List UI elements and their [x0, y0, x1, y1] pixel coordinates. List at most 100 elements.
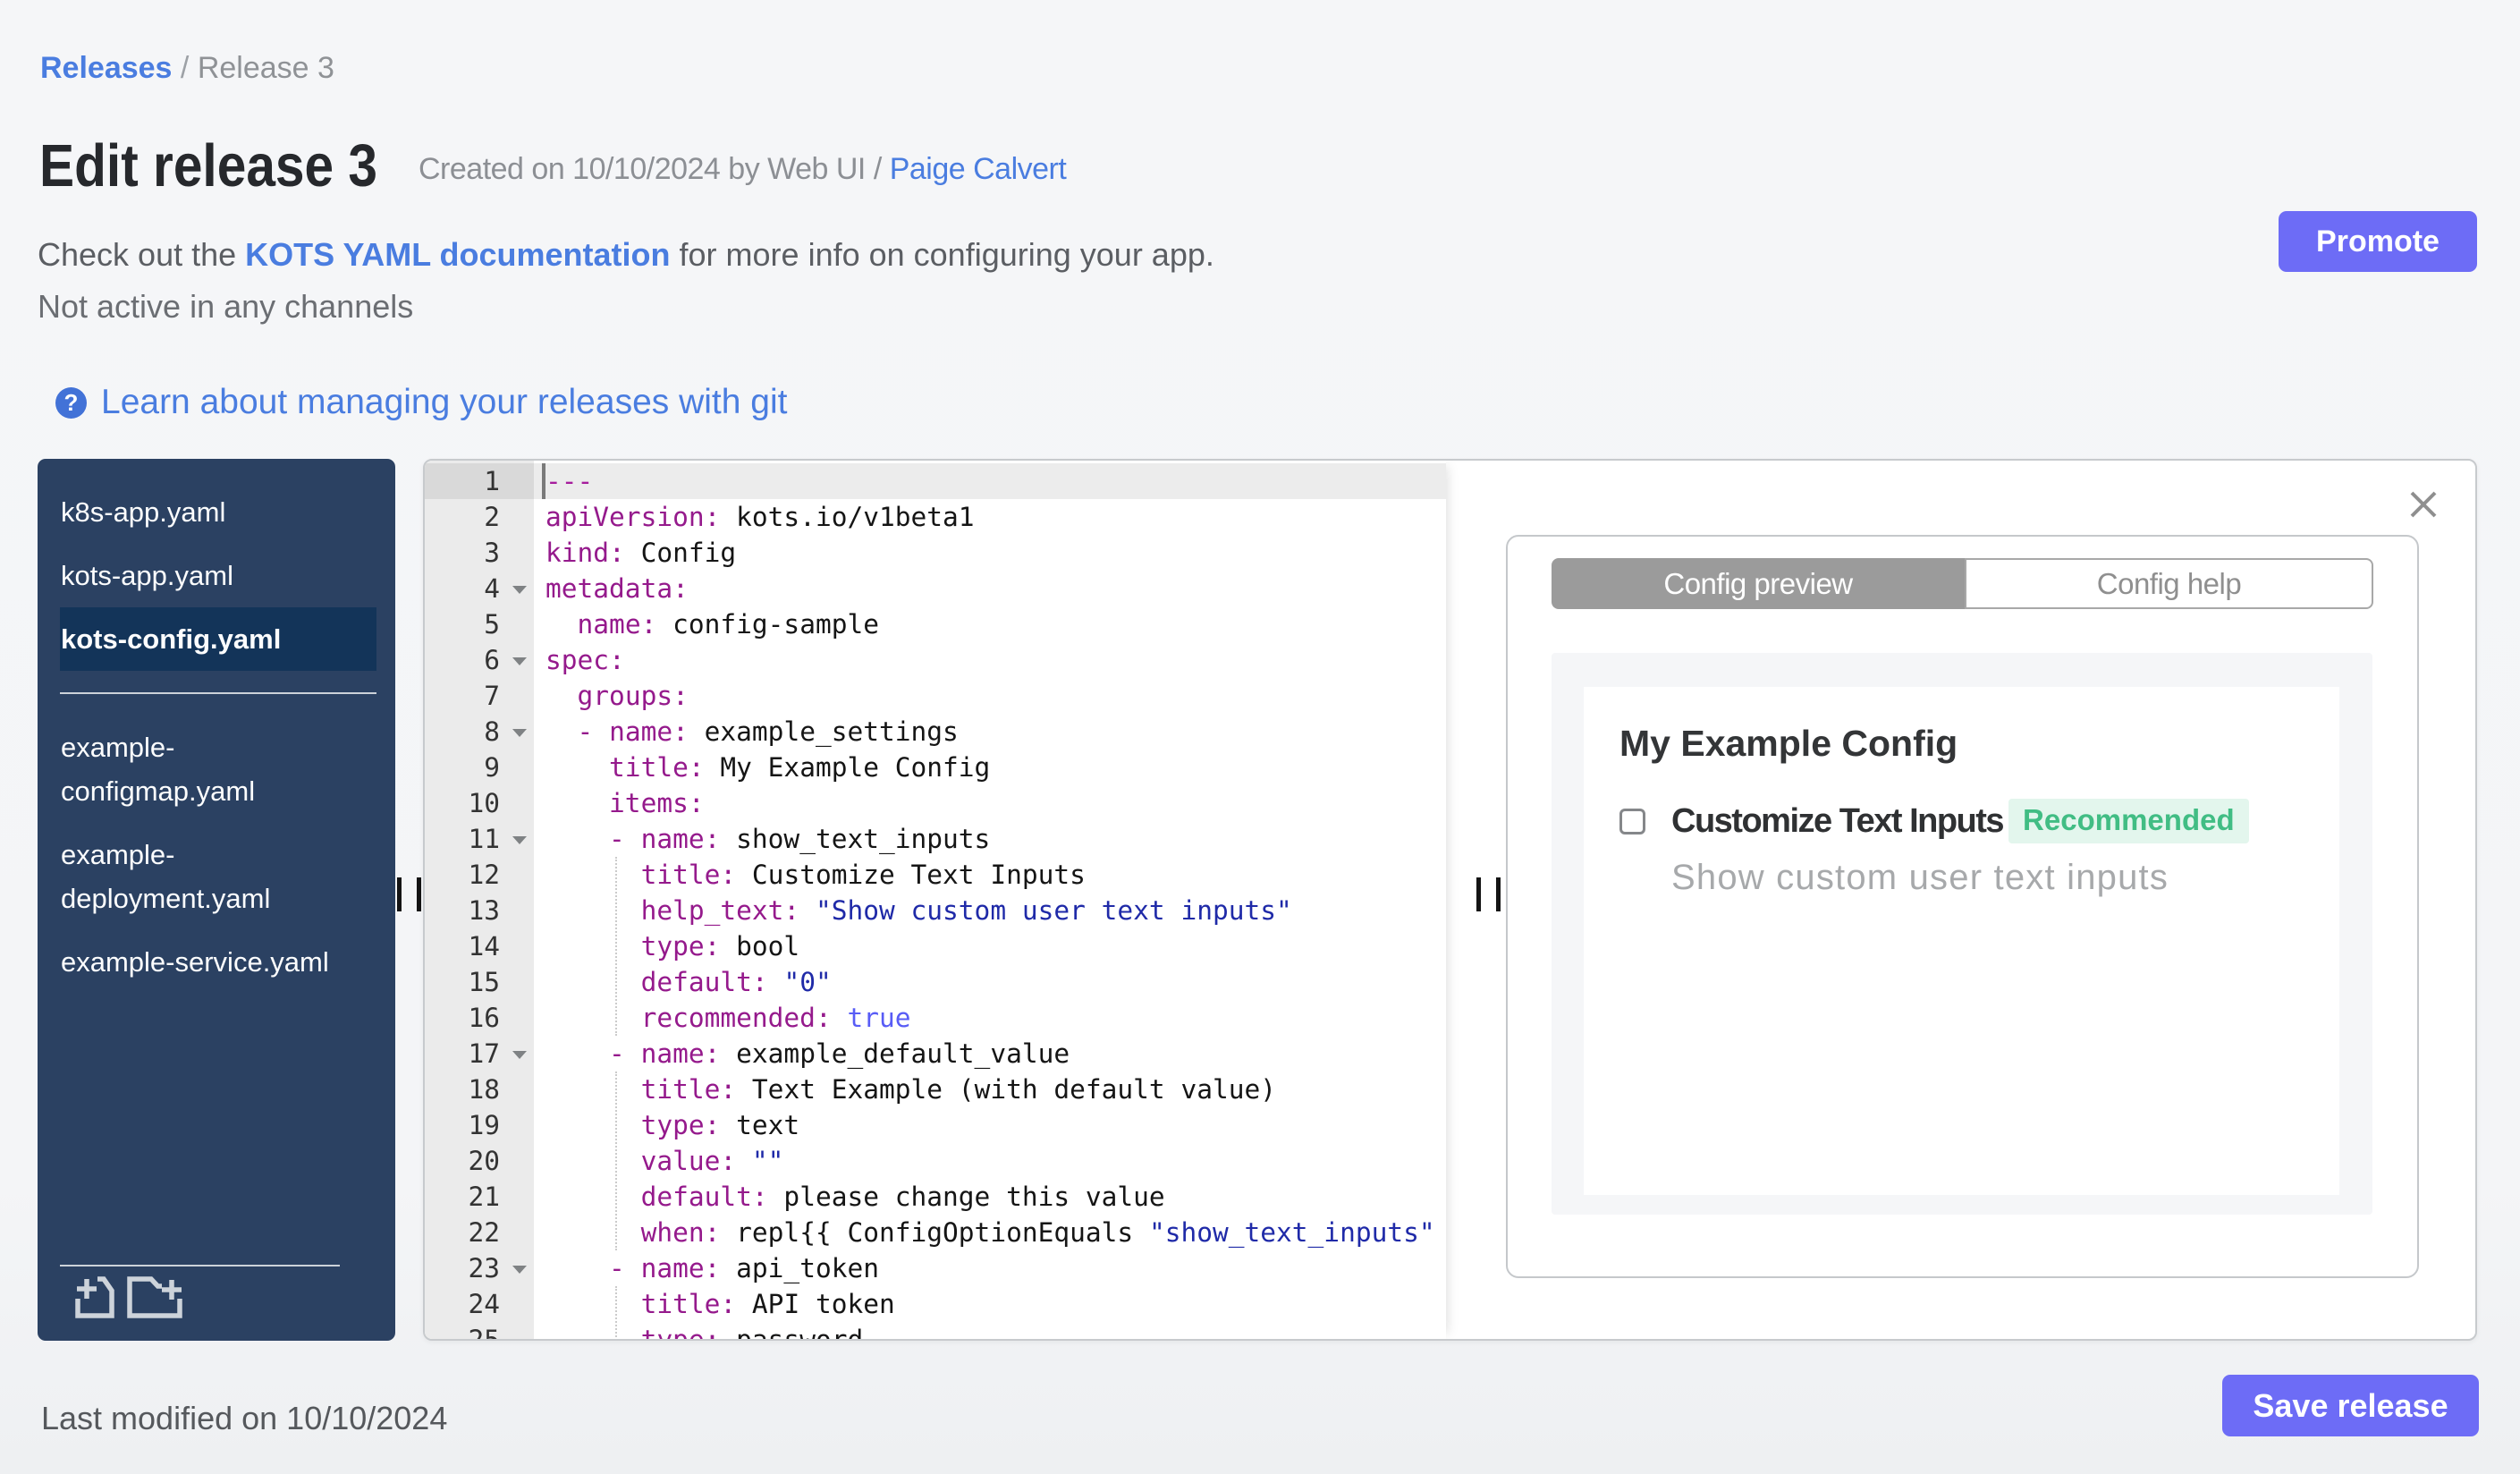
breadcrumb-releases-link[interactable]: Releases	[40, 51, 172, 85]
doc-text-before: Check out the	[38, 236, 246, 273]
gutter-line-9: 9	[484, 752, 500, 783]
file-name: kots-config.yaml	[61, 623, 282, 655]
fold-toggle-icon[interactable]	[512, 1051, 527, 1059]
gutter-line-23: 23	[425, 1250, 534, 1286]
right-drag-handle-bar[interactable]	[1476, 877, 1481, 911]
file-item-example-configmap.yaml[interactable]: example-configmap.yaml	[38, 716, 395, 823]
code-line-12: title: Customize Text Inputs	[640, 860, 1086, 890]
new-file-icon[interactable]	[73, 1275, 116, 1325]
save-release-button[interactable]: Save release	[2222, 1375, 2479, 1436]
gutter-line-3: 3	[484, 538, 500, 568]
file-list: k8s-app.yaml kots-app.yaml kots-config.yam…	[38, 480, 395, 994]
gutter-line-18: 18	[468, 1074, 500, 1105]
gutter-line-16: 16	[468, 1003, 500, 1033]
code-line-21: default: please change this value	[640, 1182, 1165, 1212]
customize-text-inputs-checkbox[interactable]	[1619, 808, 1645, 834]
code-line-22: when: repl{{ ConfigOptionEquals "show_te…	[640, 1217, 1435, 1248]
gutter-line-12: 12	[468, 860, 500, 890]
tab-config-preview[interactable]: Config preview	[1552, 558, 1965, 609]
code-line-17: - name: example_default_value	[609, 1038, 1070, 1069]
doc-text-after: for more info on configuring your app.	[670, 236, 1214, 273]
file-name: example-service.yaml	[61, 946, 329, 978]
code-line-8: - name: example_settings	[577, 716, 959, 747]
indent-guide	[615, 1072, 618, 1250]
file-list-divider	[60, 692, 376, 694]
gutter-line-8: 8	[425, 714, 534, 750]
sidebar-bottom-divider	[60, 1265, 340, 1266]
config-preview-area: My Example Config Customize Text Inputs …	[1552, 653, 2372, 1215]
file-item-kots-app.yaml[interactable]: kots-app.yaml	[38, 544, 395, 607]
config-group-title: My Example Config	[1619, 723, 1958, 764]
code-line-4: metadata:	[545, 573, 689, 604]
gutter-line-17: 17	[425, 1036, 534, 1072]
file-item-kots-config.yaml[interactable]: kots-config.yaml	[60, 607, 376, 671]
code-line-7: groups:	[577, 681, 689, 711]
created-text: Created on 10/10/2024 by Web UI /	[419, 152, 890, 186]
created-line: Created on 10/10/2024 by Web UI / Paige …	[419, 152, 1067, 187]
right-drag-handle-bar[interactable]	[1496, 877, 1501, 911]
question-mark-icon[interactable]: ?	[55, 386, 87, 419]
file-item-k8s-app.yaml[interactable]: k8s-app.yaml	[38, 480, 395, 544]
config-preview-panel: Config preview Config help My Example Con…	[1506, 535, 2419, 1278]
fold-toggle-icon[interactable]	[512, 657, 527, 665]
new-folder-icon[interactable]	[125, 1275, 184, 1325]
git-line: ? Learn about managing your releases wit…	[55, 383, 787, 422]
page-title: Edit release 3	[39, 132, 378, 199]
file-name: example-configmap.yaml	[61, 732, 256, 807]
code-line-1: ---	[545, 466, 594, 496]
gutter-line-13: 13	[468, 895, 500, 926]
gutter-line-7: 7	[484, 681, 500, 711]
gutter-line-10: 10	[468, 788, 500, 818]
code-line-3: kind: Config	[545, 538, 737, 568]
doc-line: Check out the KOTS YAML documentation fo…	[38, 236, 1214, 274]
file-name: k8s-app.yaml	[61, 496, 226, 528]
recommended-badge: Recommended	[2008, 799, 2249, 843]
code-line-9: title: My Example Config	[609, 752, 991, 783]
git-doc-link[interactable]: Learn about managing your releases with …	[101, 383, 787, 422]
code-line-16: recommended: true	[640, 1003, 911, 1033]
indent-guide	[615, 857, 618, 1036]
code-line-25: type: password	[545, 1322, 864, 1339]
close-icon[interactable]	[2409, 490, 2438, 519]
gutter-line-14: 14	[468, 931, 500, 961]
code-line-18: title: Text Example (with default value)	[640, 1074, 1277, 1105]
breadcrumb-current: Release 3	[197, 51, 334, 85]
created-by-link[interactable]: Paige Calvert	[890, 152, 1067, 186]
fold-toggle-icon[interactable]	[512, 586, 527, 594]
editor-preview-card: 1234567891011121314151617181920212223242…	[423, 459, 2477, 1341]
code-line-19: type: text	[640, 1110, 800, 1140]
gutter-line-5: 5	[484, 609, 500, 640]
gutter-line-11: 11	[425, 821, 534, 857]
file-name: example-deployment.yaml	[61, 839, 271, 914]
code-line-5: name: config-sample	[577, 609, 879, 640]
yaml-editor[interactable]: 1234567891011121314151617181920212223242…	[425, 461, 1446, 1339]
gutter-line-4: 4	[425, 571, 534, 606]
text-cursor	[542, 463, 545, 499]
sidebar-bottom	[38, 1265, 395, 1341]
gutter-line-21: 21	[468, 1182, 500, 1212]
tab-config-help[interactable]: Config help	[1965, 558, 2373, 609]
kots-yaml-doc-link[interactable]: KOTS YAML documentation	[245, 236, 670, 273]
code-line-23: - name: api_token	[609, 1253, 879, 1283]
active-line-highlight	[534, 463, 1446, 499]
breadcrumb: Releases / Release 3	[40, 51, 334, 86]
left-drag-handle-bar[interactable]	[417, 877, 421, 911]
code-line-6: spec:	[545, 645, 625, 675]
fold-toggle-icon[interactable]	[512, 836, 527, 844]
fold-toggle-icon[interactable]	[512, 1266, 527, 1274]
gutter-line-20: 20	[468, 1146, 500, 1176]
code-line-15: default: "0"	[640, 967, 832, 997]
file-item-example-deployment.yaml[interactable]: example-deployment.yaml	[38, 823, 395, 930]
promote-button[interactable]: Promote	[2279, 211, 2477, 272]
fold-toggle-icon[interactable]	[512, 729, 527, 737]
code-line-14: type: bool	[640, 931, 800, 961]
config-preview-card: My Example Config Customize Text Inputs …	[1584, 687, 2339, 1195]
channel-status: Not active in any channels	[38, 288, 414, 325]
gutter-line-22: 22	[468, 1217, 500, 1248]
file-item-example-service.yaml[interactable]: example-service.yaml	[38, 930, 395, 994]
gutter-line-1: 1	[425, 463, 534, 499]
editor-gutter: 1234567891011121314151617181920212223242…	[425, 461, 534, 1339]
left-drag-handle-bar[interactable]	[397, 877, 402, 911]
indent-guide	[615, 1286, 618, 1339]
file-name: kots-app.yaml	[61, 560, 233, 591]
